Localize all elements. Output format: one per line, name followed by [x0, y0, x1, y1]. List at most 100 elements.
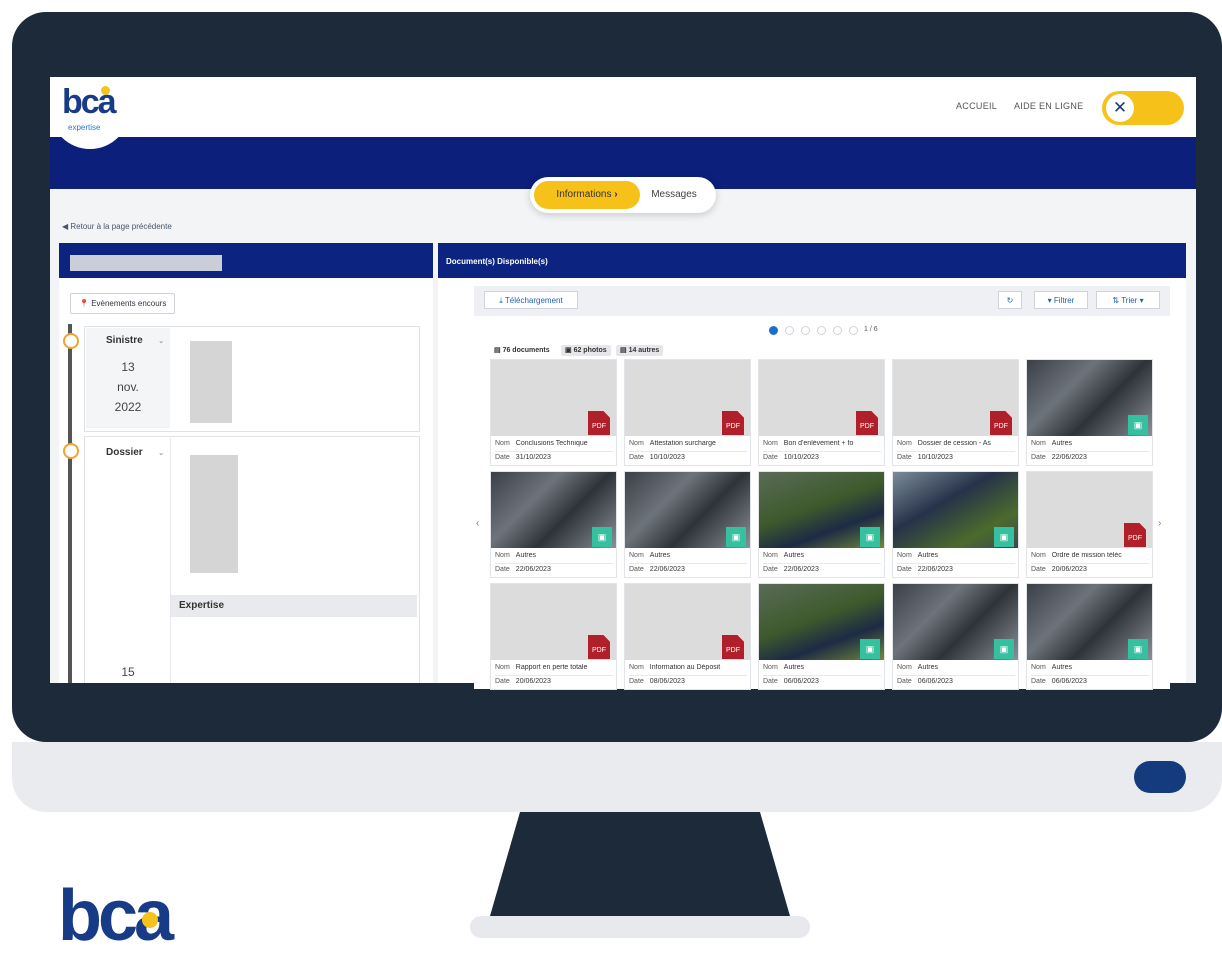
right-panel-title: Document(s) Disponible(s) [446, 257, 548, 266]
image-icon: ▣ [592, 527, 612, 547]
chevron-right-icon[interactable]: › [1158, 518, 1161, 529]
document-date: Date 06/06/2023 [1031, 678, 1149, 685]
dossier-next-day: 15 [121, 665, 135, 679]
name-label: Nom [1031, 440, 1046, 447]
image-icon: ▣ [994, 639, 1014, 659]
document-name: Nom Autres [1031, 440, 1149, 447]
filter-button[interactable]: ▾ Filtrer [1034, 291, 1088, 309]
pdf-icon: PDF [1124, 523, 1146, 547]
document-thumbnail[interactable]: ▣ [893, 584, 1018, 660]
pager-dot-6[interactable] [849, 326, 858, 335]
back-link[interactable]: ◀ Retour à la page précédente [62, 222, 172, 231]
row-divider [897, 563, 1015, 564]
pager-dot-2[interactable] [785, 326, 794, 335]
nav-help[interactable]: AIDE EN LIGNE [1014, 101, 1083, 111]
sort-icon: ⇅ [1112, 296, 1122, 305]
download-button[interactable]: ⤓ Téléchargement [484, 291, 578, 309]
sinistre-day: 13 [121, 360, 135, 374]
brand-logo-dot [142, 912, 158, 928]
pdf-icon: PDF [856, 411, 878, 435]
right-panel-header [438, 243, 1186, 278]
document-name: Nom Autres [763, 552, 881, 559]
events-button-label: Evènements encours [91, 299, 167, 308]
row-divider [1031, 451, 1149, 452]
document-name: Nom Dossier de cession - As [897, 440, 1015, 447]
date-label: Date [763, 454, 778, 461]
document-tile[interactable]: ▣ Nom Autres Date 22/06/2023 [490, 471, 617, 578]
document-tile[interactable]: ▣ Nom Autres Date 06/06/2023 [892, 583, 1019, 690]
redacted-dossier-info [190, 455, 238, 573]
name-label: Nom [629, 440, 644, 447]
date-value: 22/06/2023 [783, 566, 819, 573]
date-label: Date [897, 678, 912, 685]
document-thumbnail[interactable]: ▣ [1027, 360, 1152, 436]
document-thumbnail[interactable]: ▣ [625, 472, 750, 548]
document-date: Date 20/06/2023 [1031, 566, 1149, 573]
date-label: Date [1031, 678, 1046, 685]
document-tile[interactable]: ▣ Nom Autres Date 22/06/2023 [624, 471, 751, 578]
date-label: Date [1031, 454, 1046, 461]
refresh-button[interactable]: ↻ [998, 291, 1022, 309]
document-name: Nom Autres [897, 552, 1015, 559]
document-tile[interactable]: ▣ Nom Autres Date 22/06/2023 [758, 471, 885, 578]
document-thumbnail[interactable]: PDF [491, 584, 616, 660]
pager-dot-4[interactable] [817, 326, 826, 335]
document-tile[interactable]: PDF Nom Bon d'enlèvement + fo Date 10/10/202… [758, 359, 885, 466]
document-thumbnail[interactable]: PDF [893, 360, 1018, 436]
expertise-section-header: Expertise [171, 595, 417, 617]
tab-messages[interactable]: Messages [646, 181, 702, 209]
date-value: 10/10/2023 [649, 454, 685, 461]
document-tile[interactable]: PDF Nom Conclusions Technique Date 31/10/202… [490, 359, 617, 466]
date-label: Date [1031, 566, 1046, 573]
pager-label: 1 / 6 [864, 326, 878, 333]
chevron-down-icon[interactable]: ⌄ [158, 448, 164, 457]
timeline-dot-sinistre [63, 333, 79, 349]
pin-icon: 📍 [79, 299, 92, 308]
chevron-right-icon: › [614, 189, 618, 200]
photos-count: ▣ 62 photos [561, 345, 611, 356]
pager-dot-5[interactable] [833, 326, 842, 335]
timeline-line [68, 324, 72, 683]
document-thumbnail[interactable]: ▣ [759, 472, 884, 548]
document-tile[interactable]: PDF Nom Ordre de mission téléc Date 20/06/20… [1026, 471, 1153, 578]
events-button[interactable]: 📍 Evènements encours [70, 293, 176, 314]
date-value: 10/10/2023 [783, 454, 819, 461]
power-button [1134, 761, 1186, 793]
tab-informations[interactable]: Informations › [534, 181, 640, 209]
nav-home[interactable]: ACCUEIL [956, 101, 997, 111]
document-tile[interactable]: PDF Nom Rapport en perte totale Date 20/06/2… [490, 583, 617, 690]
document-thumbnail[interactable]: PDF [491, 360, 616, 436]
date-value: 20/06/2023 [515, 678, 551, 685]
file-icon: ▤ [620, 347, 629, 354]
document-thumbnail[interactable]: ▣ [759, 584, 884, 660]
document-thumbnail[interactable]: ▣ [893, 472, 1018, 548]
chevron-down-icon[interactable]: ⌄ [158, 336, 164, 345]
document-tile[interactable]: PDF Nom Dossier de cession - As Date 10/10/2… [892, 359, 1019, 466]
name-value: Dossier de cession - As [917, 440, 991, 447]
document-thumbnail[interactable]: PDF [759, 360, 884, 436]
date-label: Date [495, 454, 510, 461]
pager-dot-3[interactable] [801, 326, 810, 335]
document-thumbnail[interactable]: PDF [625, 584, 750, 660]
document-tile[interactable]: ▣ Nom Autres Date 22/06/2023 [1026, 359, 1153, 466]
name-value: Autres [917, 664, 939, 671]
chevron-left-icon[interactable]: ‹ [476, 518, 479, 529]
document-date: Date 06/06/2023 [763, 678, 881, 685]
document-tile[interactable]: ▣ Nom Autres Date 06/06/2023 [1026, 583, 1153, 690]
name-value: Information au Déposit [649, 664, 721, 671]
sort-button[interactable]: ⇅ Trier ▾ [1096, 291, 1160, 309]
date-label: Date [495, 678, 510, 685]
document-tile[interactable]: ▣ Nom Autres Date 22/06/2023 [892, 471, 1019, 578]
pager-dot-1[interactable] [769, 326, 778, 335]
document-thumbnail[interactable]: ▣ [1027, 584, 1152, 660]
document-tile[interactable]: PDF Nom Attestation surcharge Date 10/10/202… [624, 359, 751, 466]
document-tile[interactable]: ▣ Nom Autres Date 06/06/2023 [758, 583, 885, 690]
document-tile[interactable]: PDF Nom Information au Déposit Date 08/06/20… [624, 583, 751, 690]
document-thumbnail[interactable]: ▣ [491, 472, 616, 548]
image-icon: ▣ [1128, 639, 1148, 659]
row-divider [629, 675, 747, 676]
name-value: Autres [1051, 664, 1073, 671]
photos-count-label: 62 photos [573, 347, 607, 354]
document-thumbnail[interactable]: PDF [1027, 472, 1152, 548]
document-thumbnail[interactable]: PDF [625, 360, 750, 436]
